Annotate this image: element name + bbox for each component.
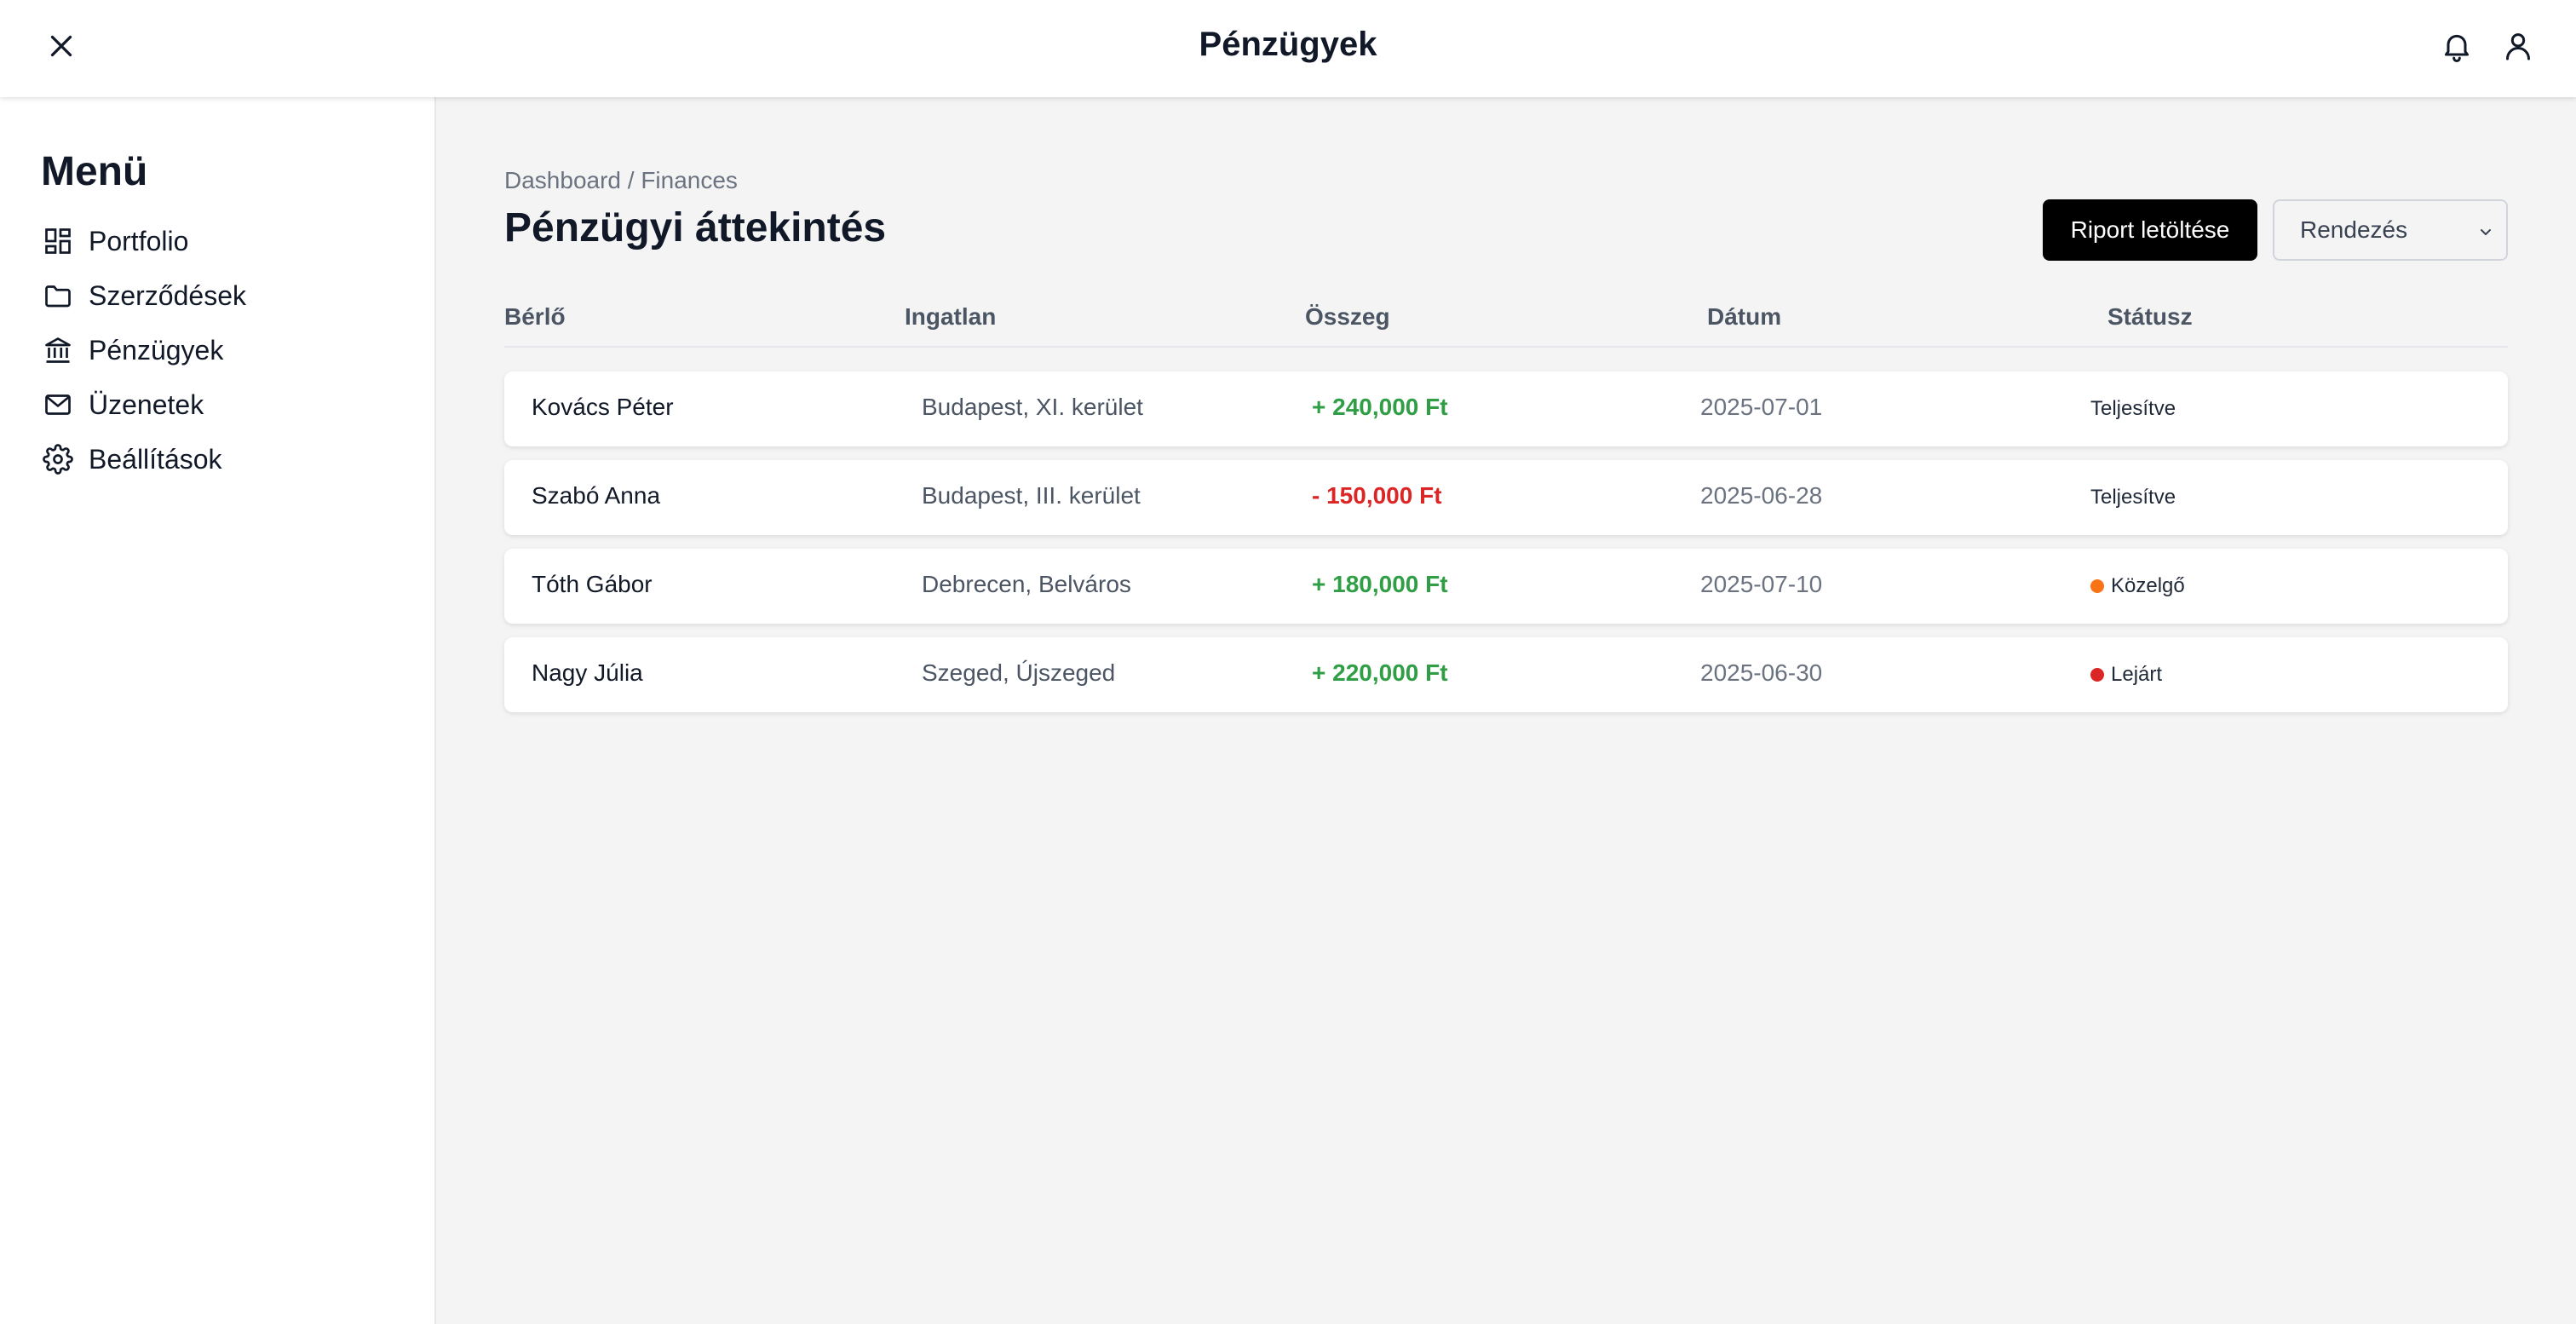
profile-button[interactable] (2498, 26, 2539, 66)
amount-cell: - 150,000 Ft (1312, 482, 1442, 509)
tenant-cell: Szabó Anna (532, 482, 661, 509)
property-cell: Szeged, Újszeged (922, 659, 1116, 686)
tenant-cell: Tóth Gábor (532, 571, 653, 597)
status-badge: Teljesítve (2090, 486, 2176, 509)
date-cell: 2025-07-10 (1700, 571, 1823, 597)
top-bar: Pénzügyek (0, 0, 2576, 97)
status-label: Teljesítve (2090, 486, 2176, 509)
chevron-down-icon (2481, 229, 2491, 235)
sidebar-item-contracts[interactable]: Szerződések (41, 268, 434, 323)
table-row[interactable]: Kovács Péter Budapest, XI. kerület + 240… (504, 371, 2508, 446)
status-label: Közelgő (2111, 574, 2185, 597)
date-cell: 2025-07-01 (1700, 394, 1823, 420)
status-badge: Lejárt (2090, 663, 2162, 687)
amount-cell: + 220,000 Ft (1312, 659, 1448, 686)
breadcrumb[interactable]: Dashboard / Finances (504, 167, 738, 194)
date-cell: 2025-06-28 (1700, 482, 1823, 509)
property-cell: Budapest, III. kerület (922, 482, 1141, 509)
table-body: Kovács Péter Budapest, XI. kerület + 240… (504, 371, 2508, 726)
mail-icon (41, 388, 75, 422)
column-header-status[interactable]: Státusz (2107, 303, 2193, 331)
sidebar-item-messages[interactable]: Üzenetek (41, 377, 434, 432)
sidebar-item-portfolio[interactable]: Portfolio (41, 214, 434, 268)
status-badge: Teljesítve (2090, 397, 2176, 421)
property-cell: Debrecen, Belváros (922, 571, 1131, 597)
download-report-button[interactable]: Riport letöltése (2043, 199, 2257, 261)
app-title: Pénzügyek (1199, 26, 1377, 63)
sort-select[interactable]: Rendezés (2273, 199, 2508, 261)
notifications-button[interactable] (2436, 26, 2477, 66)
sort-select-value: Rendezés (2300, 216, 2408, 243)
tenant-cell: Nagy Júlia (532, 659, 643, 686)
date-cell: 2025-06-30 (1700, 659, 1823, 686)
table-row[interactable]: Nagy Júlia Szeged, Újszeged + 220,000 Ft… (504, 637, 2508, 712)
sidebar-item-finances[interactable]: Pénzügyek (41, 323, 434, 377)
tenant-cell: Kovács Péter (532, 394, 674, 420)
property-cell: Budapest, XI. kerület (922, 394, 1143, 420)
folder-icon (41, 279, 75, 313)
amount-cell: + 240,000 Ft (1312, 394, 1448, 420)
user-icon (2506, 33, 2530, 60)
table-header: Bérlő Ingatlan Összeg Dátum Státusz (504, 296, 2508, 348)
status-dot-icon (2090, 579, 2104, 593)
sidebar-item-settings[interactable]: Beállítások (41, 432, 434, 486)
sidebar-item-label: Szerződések (89, 279, 246, 311)
page-title: Pénzügyi áttekintés (504, 205, 887, 250)
sidebar-item-label: Üzenetek (89, 389, 204, 420)
status-badge: Közelgő (2090, 574, 2185, 598)
status-label: Lejárt (2111, 663, 2163, 686)
status-dot-icon (2090, 668, 2104, 682)
gear-icon (41, 442, 75, 476)
dashboard-icon (41, 224, 75, 258)
column-header-tenant[interactable]: Bérlő (504, 303, 566, 331)
column-header-date[interactable]: Dátum (1707, 303, 1781, 331)
sidebar-item-label: Portfolio (89, 225, 189, 256)
sidebar: Menü Portfolio Szerződések Pénzügyek Üze… (0, 97, 436, 1324)
column-header-amount[interactable]: Összeg (1305, 303, 1390, 331)
table-row[interactable]: Szabó Anna Budapest, III. kerület - 150,… (504, 460, 2508, 535)
bell-icon (2445, 34, 2469, 62)
table-row[interactable]: Tóth Gábor Debrecen, Belváros + 180,000 … (504, 549, 2508, 624)
status-label: Teljesítve (2090, 397, 2176, 420)
menu-title: Menü (41, 149, 148, 194)
column-header-property[interactable]: Ingatlan (905, 303, 996, 331)
sidebar-item-label: Beállítások (89, 443, 222, 475)
sidebar-item-label: Pénzügyek (89, 334, 224, 366)
amount-cell: + 180,000 Ft (1312, 571, 1448, 597)
bank-icon (41, 333, 75, 367)
